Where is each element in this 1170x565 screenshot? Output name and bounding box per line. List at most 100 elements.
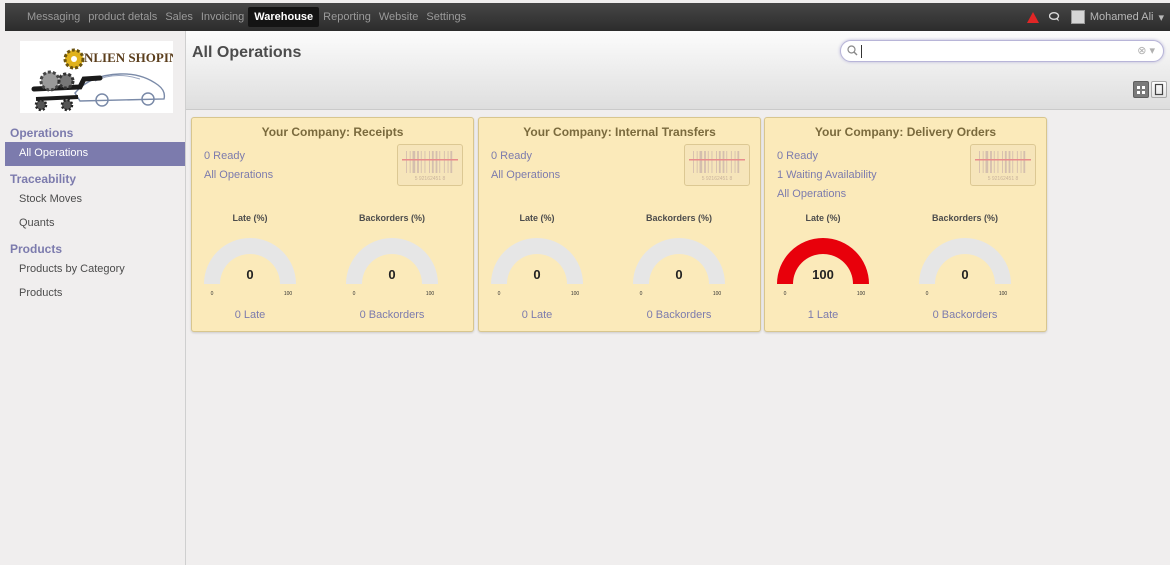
card-link-0-ready[interactable]: 0 Ready <box>204 150 245 162</box>
backorders-gauge-min: 0 <box>926 291 929 297</box>
late-gauge: 100 0 100 <box>777 237 869 297</box>
form-icon <box>1154 83 1164 96</box>
card-title[interactable]: Your Company: Receipts <box>192 125 473 139</box>
late-gauge: 0 0 100 <box>204 238 296 297</box>
svg-text:5 92162451 8: 5 92162451 8 <box>702 176 733 182</box>
logo-text: NLIEN SHOPING <box>84 50 173 65</box>
form-view-button[interactable] <box>1151 81 1167 98</box>
late-gauge-value: 0 <box>533 267 540 282</box>
late-gauge-value: 100 <box>812 267 834 282</box>
top-menu-messaging[interactable]: Messaging <box>23 7 84 27</box>
operation-card[interactable]: Your Company: Receipts 0 Ready All Operati… <box>191 117 474 332</box>
backorders-gauge-wrapper: 0 0 100 <box>342 230 442 300</box>
user-name: Mohamed Ali <box>1089 11 1154 23</box>
avatar <box>1070 10 1085 24</box>
kanban-view-button[interactable] <box>1133 81 1149 98</box>
late-label: Late (%) <box>519 213 555 223</box>
barcode-scan-button[interactable]: 5 92162451 8 <box>970 144 1036 186</box>
alert-icon[interactable] <box>1026 11 1039 23</box>
card-link-all-operations[interactable]: All Operations <box>491 169 560 181</box>
backorders-count-link[interactable]: 0 Backorders <box>342 309 442 321</box>
card-link-0-ready[interactable]: 0 Ready <box>491 150 532 162</box>
chat-icon[interactable] <box>1048 12 1061 22</box>
operation-card[interactable]: Your Company: Internal Transfers 0 Ready A… <box>478 117 761 332</box>
late-label: Late (%) <box>232 213 268 223</box>
barcode-icon: 5 92162451 8 <box>402 151 458 182</box>
card-link-all-operations[interactable]: All Operations <box>204 169 273 181</box>
late-gauge-min: 0 <box>211 291 214 297</box>
svg-text:5 92162451 8: 5 92162451 8 <box>415 176 446 182</box>
sidebar-menu: Operations All Operations Traceability Stoc… <box>5 122 185 308</box>
backorders-gauge-max: 100 <box>713 291 722 297</box>
text-cursor <box>861 45 862 58</box>
card-link-1-waiting-availability[interactable]: 1 Waiting Availability <box>777 169 877 181</box>
late-gauge-max: 100 <box>571 291 580 297</box>
control-panel: All Operations ⊗ ▾ <box>186 31 1170 110</box>
svg-text:5 92162451 8: 5 92162451 8 <box>988 176 1019 182</box>
operation-card[interactable]: Your Company: Delivery Orders 0 Ready 1 Wa… <box>764 117 1047 332</box>
search-options-icon[interactable]: ⊗ ▾ <box>1137 44 1155 57</box>
late-count-link[interactable]: 0 Late <box>200 309 300 321</box>
sidebar-item-stock-moves[interactable]: Stock Moves <box>5 188 185 212</box>
user-dropdown-caret-icon: ▾ <box>1158 11 1164 24</box>
top-right-area: Mohamed Ali ▾ <box>1026 3 1164 31</box>
top-menu-website[interactable]: Website <box>375 7 423 27</box>
backorders-gauge-wrapper: 0 0 100 <box>629 230 729 300</box>
late-gauge-wrapper: 0 0 100 <box>200 230 300 300</box>
backorders-count-link[interactable]: 0 Backorders <box>629 309 729 321</box>
backorders-gauge-min: 0 <box>353 291 356 297</box>
backorders-gauge-value: 0 <box>961 267 968 282</box>
backorders-gauge-wrapper: 0 0 100 <box>915 230 1015 300</box>
backorders-gauge-max: 100 <box>426 291 435 297</box>
card-title[interactable]: Your Company: Delivery Orders <box>765 125 1046 139</box>
top-menu: Messaging product detals Sales Invoicing War… <box>5 3 470 31</box>
late-gauge-value: 0 <box>246 267 253 282</box>
backorders-gauge-max: 100 <box>999 291 1008 297</box>
top-menu-reporting[interactable]: Reporting <box>319 7 375 27</box>
sidebar-item-quants[interactable]: Quants <box>5 212 185 236</box>
late-count-link[interactable]: 1 Late <box>773 309 873 321</box>
page-title: All Operations <box>192 44 302 61</box>
backorders-gauge: 0 0 100 <box>919 238 1011 297</box>
late-count-link[interactable]: 0 Late <box>487 309 587 321</box>
late-gauge-max: 100 <box>857 291 866 297</box>
backorders-gauge-min: 0 <box>640 291 643 297</box>
card-title[interactable]: Your Company: Internal Transfers <box>479 125 760 139</box>
barcode-scan-button[interactable]: 5 92162451 8 <box>397 144 463 186</box>
barcode-scan-button[interactable]: 5 92162451 8 <box>684 144 750 186</box>
card-link-all-operations[interactable]: All Operations <box>777 188 846 200</box>
late-label: Late (%) <box>805 213 841 223</box>
late-gauge-min: 0 <box>498 291 501 297</box>
late-gauge: 0 0 100 <box>491 238 583 297</box>
backorders-gauge-value: 0 <box>675 267 682 282</box>
backorders-gauge: 0 0 100 <box>633 238 725 297</box>
barcode-icon: 5 92162451 8 <box>975 151 1031 182</box>
backorders-label: Backorders (%) <box>358 213 426 223</box>
sidebar-section-traceability: Traceability <box>10 172 77 186</box>
top-menu-sales[interactable]: Sales <box>161 7 197 27</box>
sidebar-item-products-by-category[interactable]: Products by Category <box>5 258 185 282</box>
user-menu[interactable]: Mohamed Ali ▾ <box>1070 10 1164 24</box>
top-navbar: Messaging product detals Sales Invoicing War… <box>5 3 1170 31</box>
view-switcher <box>1133 81 1167 98</box>
late-gauge-wrapper: 100 0 100 <box>773 230 873 300</box>
backorders-gauge-value: 0 <box>388 267 395 282</box>
barcode-icon: 5 92162451 8 <box>689 151 745 182</box>
top-menu-product-detals[interactable]: product detals <box>84 7 161 27</box>
backorders-label: Backorders (%) <box>931 213 999 223</box>
company-logo[interactable]: NLIEN SHOPING <box>20 41 173 113</box>
card-link-0-ready[interactable]: 0 Ready <box>777 150 818 162</box>
kanban-icon <box>1137 86 1145 94</box>
sidebar-item-all-operations[interactable]: All Operations <box>5 142 185 166</box>
top-menu-warehouse[interactable]: Warehouse <box>248 7 320 27</box>
top-menu-settings[interactable]: Settings <box>422 7 470 27</box>
top-menu-invoicing[interactable]: Invoicing <box>197 7 248 27</box>
sidebar-item-products[interactable]: Products <box>5 282 185 306</box>
backorders-count-link[interactable]: 0 Backorders <box>915 309 1015 321</box>
backorders-label: Backorders (%) <box>645 213 713 223</box>
search-icon <box>847 45 858 56</box>
operations-kanban: Your Company: Receipts 0 Ready All Operati… <box>191 117 1061 332</box>
backorders-gauge: 0 0 100 <box>346 238 438 297</box>
sidebar-section-operations: Operations <box>10 126 74 140</box>
search-input[interactable]: ⊗ ▾ <box>840 40 1164 62</box>
